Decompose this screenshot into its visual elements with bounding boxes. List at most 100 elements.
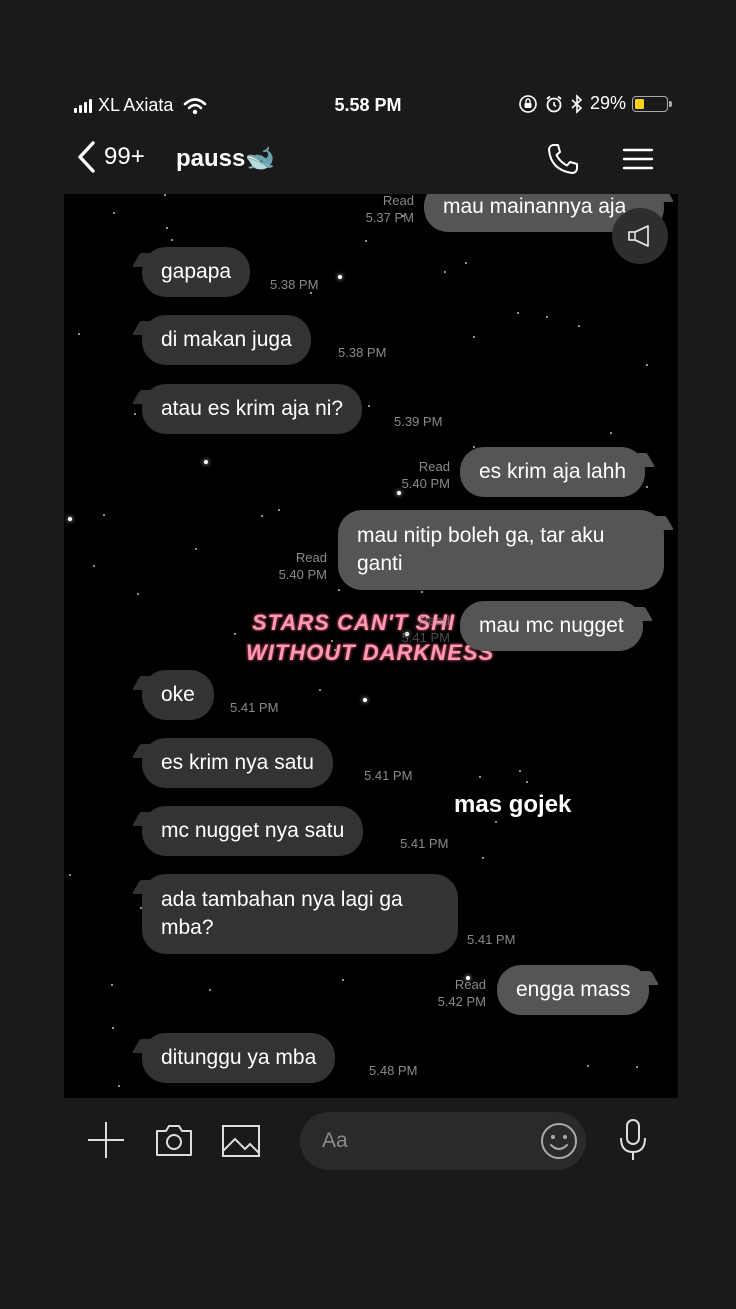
star-dot [421,591,423,593]
message-meta: Read 5.41 PM [380,612,450,646]
star-dot [495,821,497,823]
read-receipt: Read [418,459,450,474]
read-receipt: Read [295,550,327,565]
menu-icon[interactable] [622,142,654,176]
star-dot [164,194,166,196]
star-dot [137,593,139,595]
message-input[interactable]: Aa [300,1112,586,1170]
message-time: 5.48 PM [369,1063,418,1078]
announcement-button[interactable] [612,208,668,264]
megaphone-icon [628,225,649,247]
message-bubble-out[interactable]: mau nitip boleh ga, tar aku ganti [338,510,664,590]
message-time: 5.41 PM [401,630,450,645]
caption-text: mas gojek [454,791,572,818]
bluetooth-icon [571,93,583,114]
message-text: oke [161,683,195,706]
star-dot [519,770,521,772]
emoji-icon[interactable] [540,1122,578,1160]
message-time: 5.38 PM [270,277,319,292]
star-dot [209,989,211,991]
star-dot [368,405,370,407]
message-time: 5.41 PM [364,768,413,783]
unread-count: 99+ [104,143,145,170]
chat-header: 99+ pauss🐋 [0,136,736,184]
message-text: mau mc nugget [479,614,624,637]
star-dot [204,460,208,464]
star-dot [546,316,548,318]
message-time: 5.41 PM [400,836,449,851]
star-dot [69,874,71,876]
chat-area[interactable]: STARS CAN'T SHI WITHOUT DARKNESS mau mai… [64,194,678,1098]
camera-icon[interactable] [154,1122,194,1158]
star-dot [166,227,168,229]
star-dot [111,984,113,986]
message-bubble-in[interactable]: ada tambahan nya lagi ga mba? [142,874,458,954]
message-time: 5.42 PM [437,994,486,1009]
message-text: ada tambahan nya lagi ga mba? [161,888,403,939]
message-text: atau es krim aja ni? [161,397,344,420]
message-bubble-in[interactable]: oke [142,670,214,720]
message-meta: Read 5.40 PM [380,458,450,492]
star-dot [118,1085,120,1087]
star-dot [636,1066,638,1068]
message-text: gapapa [161,260,232,283]
read-receipt: Read [454,977,486,992]
message-bubble-in[interactable]: di makan juga [142,315,311,365]
message-bubble-in[interactable]: ditunggu ya mba [142,1033,336,1083]
microphone-icon[interactable] [618,1118,648,1162]
message-text: mau mainannya aja [443,195,627,218]
message-time: 5.41 PM [230,700,279,715]
star-dot [646,486,648,488]
message-text: di makan juga [161,328,292,351]
star-dot [610,432,612,434]
message-time: 5.40 PM [401,476,450,491]
battery-icon [632,95,672,112]
message-bubble-out[interactable]: mau mc nugget [460,601,643,651]
star-dot [338,589,340,591]
star-dot [134,413,136,415]
message-text: es krim aja lahh [479,460,627,483]
battery-percent: 29% [589,93,626,113]
read-receipt: Read [382,194,414,208]
message-time: 5.39 PM [394,414,443,429]
star-dot [363,698,367,702]
message-bubble-out[interactable]: engga mass [497,965,650,1015]
phone-icon[interactable] [546,142,580,176]
star-dot [195,548,197,550]
alarm-icon [546,95,562,112]
star-dot [482,857,484,859]
message-text: mc nugget nya satu [161,819,345,842]
plus-icon[interactable] [86,1120,126,1160]
star-dot [319,689,321,691]
message-text: es krim nya satu [161,751,314,774]
star-dot [338,275,342,279]
message-bubble-in[interactable]: atau es krim aja ni? [142,384,363,434]
star-dot [473,336,475,338]
message-text: ditunggu ya mba [161,1046,317,1069]
message-time: 5.38 PM [338,345,387,360]
star-dot [113,212,115,214]
message-meta: Read 5.37 PM [344,194,414,226]
message-bubble-in[interactable]: es krim nya satu [142,738,333,788]
message-bubble-out[interactable]: es krim aja lahh [460,447,646,497]
message-bubble-in[interactable]: mc nugget nya satu [142,806,364,856]
message-composer: Aa [0,1108,736,1172]
star-dot [465,262,467,264]
message-time: 5.37 PM [365,210,414,225]
contact-name[interactable]: pauss🐋 [176,144,275,173]
message-meta: Read 5.40 PM [257,549,327,583]
read-receipt: Read [418,613,450,628]
star-dot [78,333,80,335]
message-text: engga mass [516,978,631,1001]
star-dot [526,781,528,783]
message-bubble-in[interactable]: gapapa [142,247,251,297]
back-button[interactable]: 99+ [76,140,145,174]
star-dot [171,239,173,241]
star-dot [112,1027,114,1029]
image-icon[interactable] [221,1123,261,1159]
star-dot [587,1065,589,1067]
message-text: mau nitip boleh ga, tar aku ganti [357,524,605,575]
star-dot [578,325,580,327]
message-time: 5.41 PM [467,932,516,947]
star-dot [444,271,446,273]
